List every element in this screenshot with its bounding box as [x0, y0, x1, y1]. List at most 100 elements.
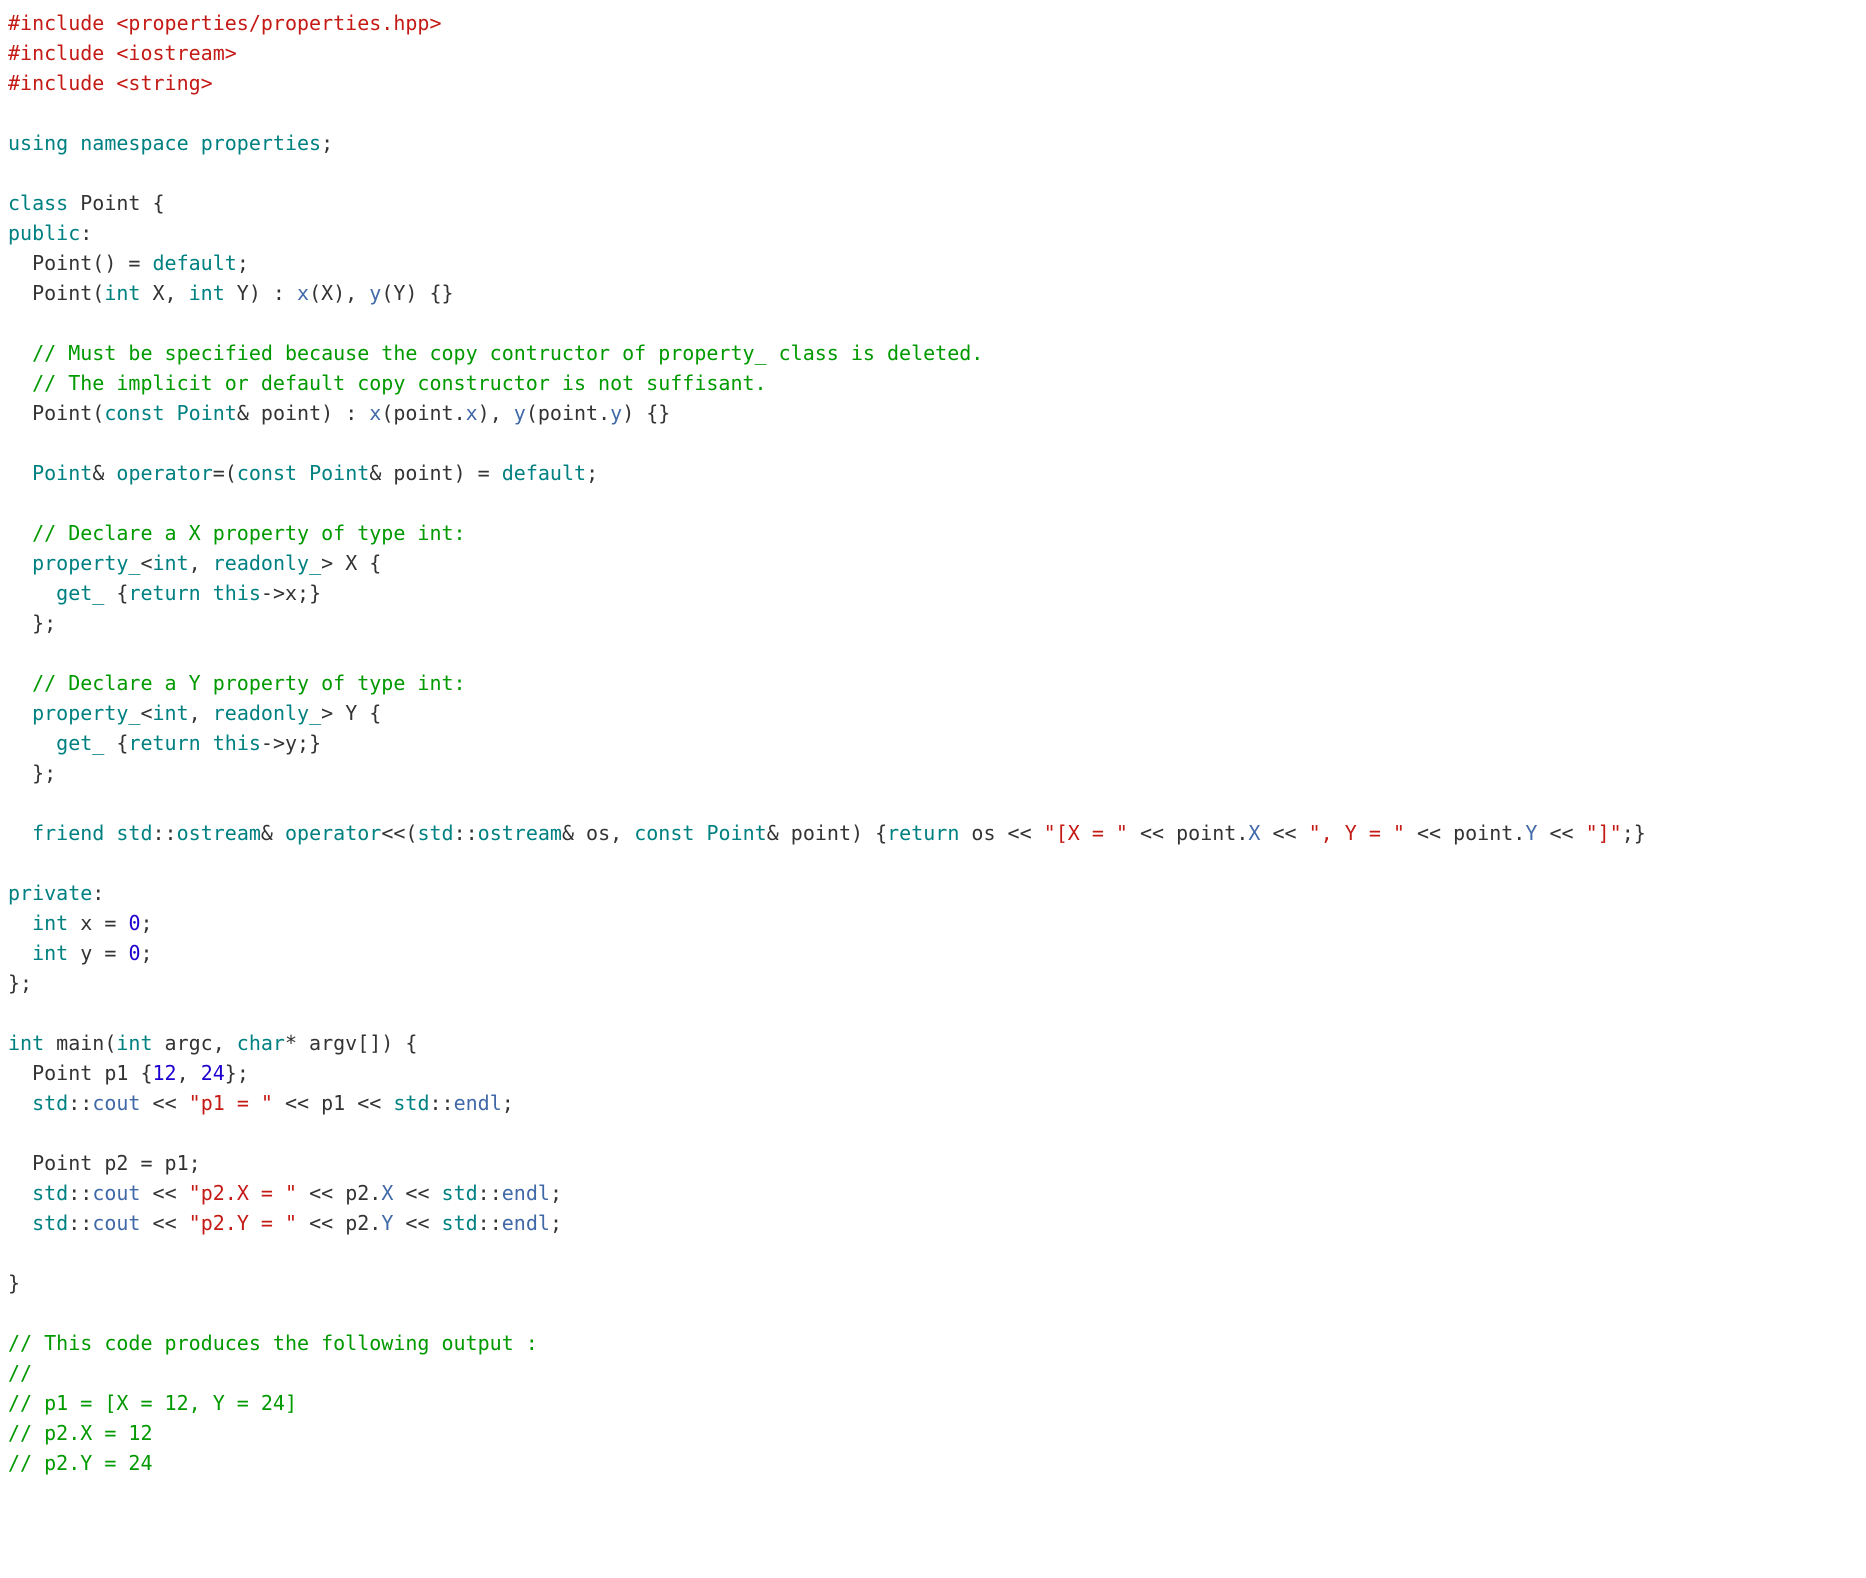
code-token: ; [550, 1181, 562, 1205]
code-token: std [442, 1211, 478, 1235]
code-line: } [8, 1271, 20, 1295]
code-token: "]" [1586, 821, 1622, 845]
code-token: int [116, 1031, 152, 1055]
code-token [297, 461, 309, 485]
code-token: // [8, 1361, 32, 1385]
code-line: // The implicit or default copy construc… [8, 371, 767, 395]
code-token: class [8, 191, 68, 215]
code-token: std [417, 821, 453, 845]
code-token: << [140, 1181, 188, 1205]
code-token: int [153, 551, 189, 575]
code-token: :: [68, 1181, 92, 1205]
code-token: // This code produces the following outp… [8, 1331, 538, 1355]
code-token: operator [116, 461, 212, 485]
code-token: return [128, 581, 200, 605]
code-token: { [104, 731, 128, 755]
code-line: Point p1 {12, 24}; [8, 1061, 249, 1085]
code-token: <string> [116, 71, 212, 95]
code-token: ;} [297, 731, 321, 755]
code-token: default [502, 461, 586, 485]
code-token: Y) : [225, 281, 297, 305]
code-token: char [237, 1031, 285, 1055]
code-token: this [213, 581, 261, 605]
code-token: X [381, 1181, 393, 1205]
code-line: std::cout << "p1 = " << p1 << std::endl; [8, 1091, 514, 1115]
code-token: & os, [562, 821, 634, 845]
code-token: ; [140, 911, 152, 935]
code-token: endl [502, 1211, 550, 1235]
code-token: < [140, 551, 152, 575]
code-token: "[X = " [1044, 821, 1128, 845]
code-token: Point p2 = p1; [32, 1151, 201, 1175]
code-token: }; [8, 971, 32, 995]
code-token: std [116, 821, 152, 845]
code-token: // p1 = [X = 12, Y = 24] [8, 1391, 297, 1415]
code-token: > Y { [321, 701, 381, 725]
code-token: ; [237, 251, 249, 275]
code-token: int [153, 701, 189, 725]
code-token: } [8, 1271, 20, 1295]
code-line: property_<int, readonly_> X { [8, 551, 381, 575]
code-token: ostream [177, 821, 261, 845]
code-token: : [92, 881, 104, 905]
code-token: :: [68, 1091, 92, 1115]
code-token: Point [80, 191, 140, 215]
code-token: Point() = [32, 251, 152, 275]
code-token: "p2.X = " [189, 1181, 297, 1205]
code-token [68, 131, 80, 155]
code-line: get_ {return this->y;} [8, 731, 321, 755]
code-token: << [393, 1181, 441, 1205]
code-token: properties [201, 131, 321, 155]
code-token: , [177, 1061, 201, 1085]
code-token: ostream [478, 821, 562, 845]
code-token [201, 731, 213, 755]
code-token: << point. [1128, 821, 1248, 845]
code-line: public: [8, 221, 92, 245]
code-token: endl [454, 1091, 502, 1115]
code-token: int [104, 281, 140, 305]
code-token: > X { [321, 551, 381, 575]
code-token: Point [32, 461, 92, 485]
code-line: Point(int X, int Y) : x(X), y(Y) {} [8, 281, 454, 305]
code-token: }; [32, 761, 56, 785]
code-token: #include [8, 11, 116, 35]
code-token: private [8, 881, 92, 905]
code-token: std [32, 1181, 68, 1205]
code-token: get_ [56, 581, 104, 605]
code-token: cout [92, 1211, 140, 1235]
code-token: std [32, 1211, 68, 1235]
code-token: << [1260, 821, 1308, 845]
code-token: & [92, 461, 116, 485]
code-token: std [442, 1181, 478, 1205]
code-token: << p2. [297, 1181, 381, 1205]
code-token: << point. [1405, 821, 1525, 845]
code-token: , [189, 701, 213, 725]
code-token: int [189, 281, 225, 305]
code-token: readonly_ [213, 701, 321, 725]
code-token: operator [285, 821, 381, 845]
code-token: y [514, 401, 526, 425]
code-token: os << [959, 821, 1043, 845]
code-token: << p1 << [273, 1091, 393, 1115]
code-token: default [153, 251, 237, 275]
code-line: get_ {return this->x;} [8, 581, 321, 605]
code-line: }; [8, 611, 56, 635]
code-token: y [610, 401, 622, 425]
code-line: Point() = default; [8, 251, 249, 275]
code-token: int [32, 941, 68, 965]
code-token: using [8, 131, 68, 155]
code-token [189, 131, 201, 155]
code-token: <properties/properties.hpp> [116, 11, 441, 35]
code-token: 0 [128, 911, 140, 935]
code-token: << [393, 1211, 441, 1235]
code-token: Point [177, 401, 237, 425]
code-token: main( [44, 1031, 116, 1055]
code-token: "p1 = " [189, 1091, 273, 1115]
code-token: (Y) {} [381, 281, 453, 305]
code-line: using namespace properties; [8, 131, 333, 155]
code-line: int y = 0; [8, 941, 153, 965]
code-token: ) {} [622, 401, 670, 425]
code-token: :: [68, 1211, 92, 1235]
code-line: #include <string> [8, 71, 213, 95]
code-line: // Must be specified because the copy co… [8, 341, 983, 365]
